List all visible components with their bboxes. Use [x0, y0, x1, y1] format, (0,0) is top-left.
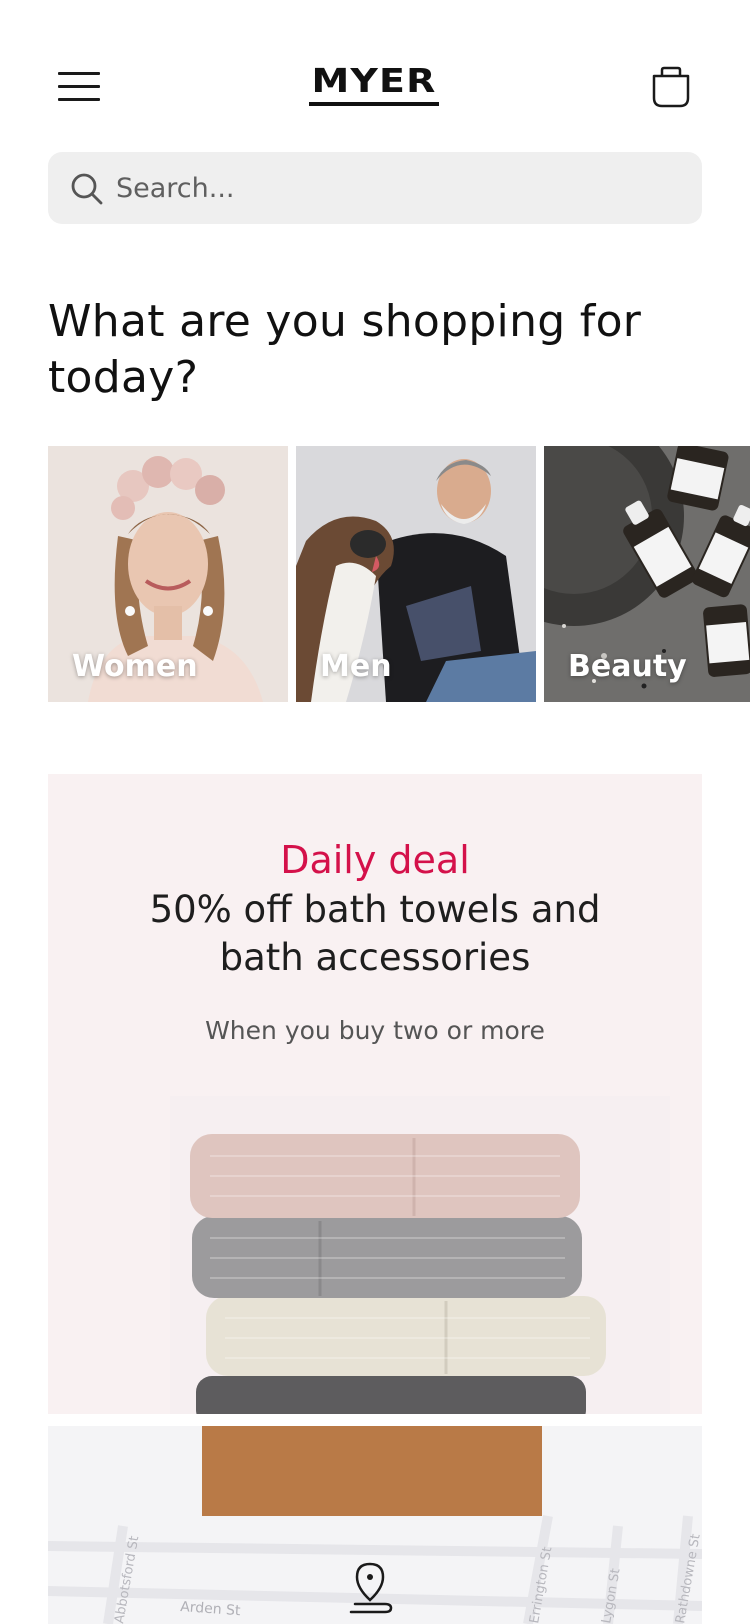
category-label: Beauty	[568, 649, 687, 684]
towel-box-image	[202, 1426, 542, 1516]
store-locator-banner[interactable]: Arden St Abbotsford St Errington St Lygo…	[48, 1426, 702, 1624]
app-header: MYER	[0, 0, 750, 150]
logo-underline	[309, 102, 439, 106]
category-card-beauty[interactable]: Beauty	[544, 446, 750, 702]
category-carousel[interactable]: Women Men Beauty	[48, 446, 750, 702]
deal-subtitle: When you buy two or more	[205, 1016, 545, 1045]
category-card-men[interactable]: Men	[296, 446, 536, 702]
location-pin-icon	[349, 1562, 393, 1614]
category-card-women[interactable]: Women	[48, 446, 288, 702]
search-input[interactable]	[116, 152, 676, 224]
deal-kicker: Daily deal	[280, 838, 470, 882]
search-icon	[70, 172, 104, 206]
page-heading: What are you shopping for today?	[48, 296, 642, 403]
towel-stack-image	[170, 1096, 670, 1414]
deal-title: 50% off bath towels and bath accessories	[149, 888, 601, 979]
category-label: Men	[320, 649, 392, 684]
hamburger-menu-icon[interactable]	[58, 72, 100, 102]
logo-text: MYER	[311, 61, 437, 100]
myer-logo[interactable]: MYER	[309, 64, 439, 106]
daily-deal-banner[interactable]: Daily deal 50% off bath towels and bath …	[48, 774, 702, 1414]
search-bar[interactable]	[48, 152, 702, 224]
category-label: Women	[72, 649, 198, 684]
shopping-bag-icon[interactable]	[650, 66, 692, 110]
